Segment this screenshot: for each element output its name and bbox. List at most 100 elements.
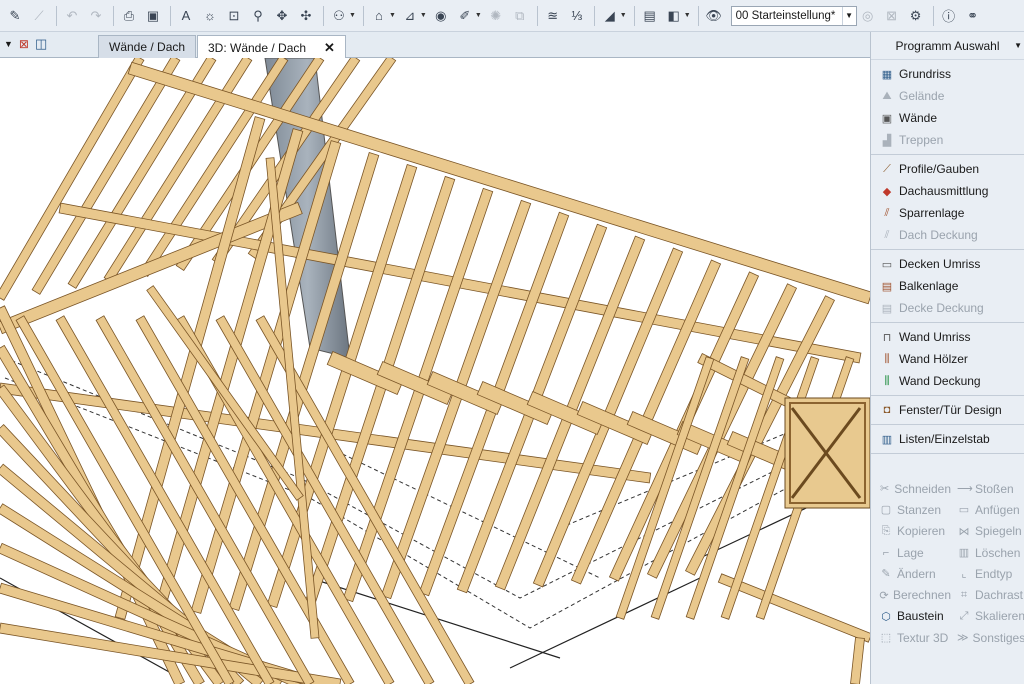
tool-label: Schneiden xyxy=(894,481,951,496)
house-view-dropdown-icon[interactable]: ▼ xyxy=(389,12,396,19)
render-icon[interactable]: ✺ xyxy=(485,5,507,27)
tool-löschen-button[interactable]: ▥ Löschen xyxy=(951,546,1024,560)
house-view-icon[interactable]: ⌂ xyxy=(368,5,390,27)
tab-label: Wände / Dach xyxy=(109,40,186,54)
tool-lage-button[interactable]: ⌐ Lage xyxy=(871,546,951,560)
tab-walls-roof[interactable]: Wände / Dach xyxy=(98,35,197,58)
toolbar-divider xyxy=(323,5,324,26)
tool-dachrast-button[interactable]: ⌗ Dachrast xyxy=(951,588,1024,602)
program-item-listen-einzelstab[interactable]: ▥ Listen/Einzelstab xyxy=(871,428,1024,450)
save-view-icon[interactable]: ◎ xyxy=(857,5,879,27)
tab-3d-walls-roof[interactable]: 3D: Wände / Dach ✕ xyxy=(197,35,346,59)
tool-label: Löschen xyxy=(975,545,1021,560)
paint-brush-dropdown-icon[interactable]: ▼ xyxy=(475,12,482,19)
storage-icon[interactable]: ▤ xyxy=(639,5,661,27)
window-layout-dropdown-icon[interactable]: ▼ xyxy=(684,12,691,19)
tool-endtyp-button[interactable]: ⌞ Endtyp xyxy=(951,567,1024,581)
panel-header[interactable]: Programm Auswahl ▼ xyxy=(871,32,1024,60)
tool-textur-3d-button[interactable]: ⬚ Textur 3D xyxy=(871,631,951,645)
tool-ändern-button[interactable]: ✎ Ändern xyxy=(871,567,951,581)
view-direction-dropdown-icon[interactable]: ▼ xyxy=(349,12,356,19)
print-preview-icon[interactable]: ▣ xyxy=(142,5,164,27)
tool-skalieren-button[interactable]: ⤢ Skalieren xyxy=(951,609,1024,623)
program-item-balkenlage[interactable]: ▤ Balkenlage xyxy=(871,275,1024,297)
program-item-treppen[interactable]: ▟ Treppen xyxy=(871,129,1024,151)
view-settings-select[interactable]: 00 Starteinstellung* ▼ xyxy=(730,5,857,26)
program-item-profile-gauben[interactable]: ⟋ Profile/Gauben xyxy=(871,158,1024,180)
window-layout-icon[interactable]: ◧ xyxy=(663,5,685,27)
program-item-wand-deckung[interactable]: ⫼ Wand Deckung xyxy=(871,370,1024,392)
profile-icon: ⟋ xyxy=(883,162,891,175)
toolbar-divider xyxy=(170,5,171,26)
document-tab-bar: ▼ ⊠ ◫ Wände / Dach 3D: Wände / Dach ✕ xyxy=(0,32,870,59)
program-item-wand-hölzer[interactable]: ⫼ Wand Hölzer xyxy=(871,348,1024,370)
export-3d-icon[interactable]: ⧉ xyxy=(509,5,531,27)
tool-stoßen-button[interactable]: ⟶ Stoßen xyxy=(951,482,1024,496)
tool-sonstiges-button[interactable]: ≫ Sonstiges xyxy=(951,631,1024,645)
snap-tool-icon[interactable]: ⟋ xyxy=(28,5,50,27)
marker-icon[interactable]: ◢ xyxy=(599,5,621,27)
tool-schneiden-button[interactable]: ✂ Schneiden xyxy=(871,482,951,496)
program-item-gelände[interactable]: ⛰ Gelände xyxy=(871,85,1024,107)
split-view-icon[interactable]: ◫ xyxy=(35,36,47,52)
chevron-down-icon[interactable]: ▼ xyxy=(841,6,856,25)
tool-anfügen-button[interactable]: ▭ Anfügen xyxy=(951,503,1024,517)
tool-kopieren-button[interactable]: ⎘ Kopieren xyxy=(871,524,951,538)
visibility-eye-icon[interactable]: ◉ xyxy=(430,5,452,27)
3d-roof-model[interactable] xyxy=(0,58,870,684)
program-item-grundriss[interactable]: ▦ Grundriss xyxy=(871,63,1024,85)
binoculars-icon[interactable]: ⚭ xyxy=(962,5,984,27)
3d-viewport[interactable] xyxy=(0,58,870,684)
paint-brush-icon[interactable]: ✐ xyxy=(454,5,476,27)
redo-icon[interactable]: ↷ xyxy=(85,5,107,27)
tool-endtyp-icon: ⌞ xyxy=(961,568,967,581)
toolbar-divider xyxy=(536,5,538,26)
gear-icon[interactable]: ⚙ xyxy=(905,5,927,27)
undo-icon[interactable]: ↶ xyxy=(61,5,83,27)
print-icon[interactable]: ⎙ xyxy=(118,5,140,27)
tool-löschen-icon: ▥ xyxy=(958,547,970,560)
terrain-icon: ⛰ xyxy=(882,89,892,102)
zoom-window-icon[interactable]: ⊡ xyxy=(223,5,245,27)
text-style-icon[interactable]: A xyxy=(175,5,197,27)
marker-dropdown-icon[interactable]: ▼ xyxy=(620,12,627,19)
chevron-down-icon[interactable]: ▼ xyxy=(1014,41,1022,50)
tab-label: 3D: Wände / Dach xyxy=(208,40,307,55)
light-icon[interactable]: ☼ xyxy=(199,5,221,27)
pan-icon[interactable]: ✥ xyxy=(271,5,293,27)
tool-berechnen-button[interactable]: ⟳ Berechnen xyxy=(871,588,951,602)
tool-spiegeln-button[interactable]: ⋈ Spiegeln xyxy=(951,524,1024,538)
window-frame-element xyxy=(784,397,870,509)
tool-row: ⬡ Baustein ⤢ Skalieren xyxy=(871,606,1024,627)
layers-icon[interactable]: ≊ xyxy=(542,5,564,27)
close-view-icon[interactable]: ⊠ xyxy=(19,37,29,51)
section-plane-dropdown-icon[interactable]: ▼ xyxy=(420,12,427,19)
tool-baustein-button[interactable]: ⬡ Baustein xyxy=(871,609,951,623)
measure-tool-icon[interactable]: ✎ xyxy=(4,5,26,27)
tool-stanzen-button[interactable]: ▢ Stanzen xyxy=(871,503,951,517)
view-settings-eye-icon[interactable]: 👁 xyxy=(703,5,725,27)
program-item-sparrenlage[interactable]: ⫽ Sparrenlage xyxy=(871,202,1024,224)
program-item-dach-deckung[interactable]: ⫽ Dach Deckung xyxy=(871,224,1024,246)
numbering-icon[interactable]: ⅓ xyxy=(566,5,588,27)
chevron-down-icon[interactable]: ▼ xyxy=(4,39,13,49)
zoom-icon[interactable]: ⚲ xyxy=(247,5,269,27)
section-plane-icon[interactable]: ⊿ xyxy=(399,5,421,27)
timber-beam[interactable] xyxy=(850,637,865,684)
orbit-icon[interactable]: ✣ xyxy=(295,5,317,27)
program-item-decke-deckung[interactable]: ▤ Decke Deckung xyxy=(871,297,1024,319)
delete-view-icon[interactable]: ⊠ xyxy=(881,5,903,27)
tool-label: Textur 3D xyxy=(897,630,949,645)
program-item-decken-umriss[interactable]: ▭ Decken Umriss xyxy=(871,253,1024,275)
info-icon[interactable]: ⓘ xyxy=(938,5,960,27)
tool-row: ⟳ Berechnen ⌗ Dachrast xyxy=(871,584,1024,605)
program-item-label: Profile/Gauben xyxy=(899,162,980,176)
program-item-dachausmittlung[interactable]: ◆ Dachausmittlung xyxy=(871,180,1024,202)
program-item-wände[interactable]: ▣ Wände xyxy=(871,107,1024,129)
program-item-fenster-tür-design[interactable]: ◘ Fenster/Tür Design xyxy=(871,399,1024,421)
program-item-label: Balkenlage xyxy=(899,279,959,293)
tool-label: Baustein xyxy=(897,609,944,624)
close-icon[interactable]: ✕ xyxy=(324,40,335,56)
program-item-wand-umriss[interactable]: ⊓ Wand Umriss xyxy=(871,326,1024,348)
view-direction-icon[interactable]: ⚇ xyxy=(328,5,350,27)
